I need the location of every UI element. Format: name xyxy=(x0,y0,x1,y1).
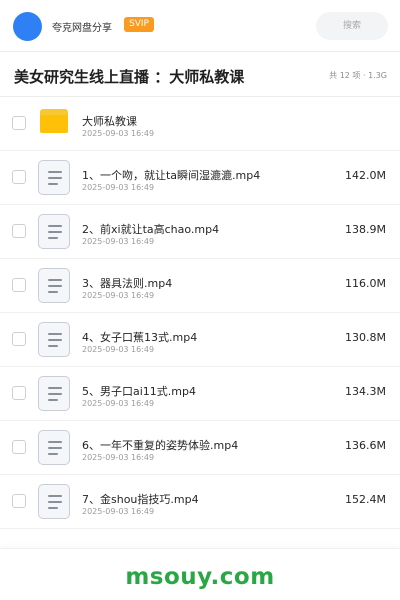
footer-bar: msouy.com xyxy=(0,548,400,600)
sharer-name: 夸克网盘分享 xyxy=(52,23,112,34)
list-item-file[interactable]: 4、女子口蕉13式.mp4 2025-09-03 16:49 130.8M xyxy=(0,313,400,367)
avatar[interactable] xyxy=(13,12,42,41)
item-size: 134.3M xyxy=(345,385,386,398)
list-item-folder[interactable]: 大师私教课 2025-09-03 16:49 xyxy=(0,97,400,151)
item-size: 136.6M xyxy=(345,439,386,452)
item-date: 2025-09-03 16:49 xyxy=(82,237,155,246)
watermark-text: msouy.com xyxy=(125,564,275,590)
select-checkbox[interactable] xyxy=(12,224,26,238)
file-icon xyxy=(38,160,70,195)
svip-badge: SVIP xyxy=(124,17,154,32)
file-icon xyxy=(38,322,70,357)
item-date: 2025-09-03 16:49 xyxy=(82,399,155,408)
list-item-file[interactable]: 2、前xi就让ta高chao.mp4 2025-09-03 16:49 138.… xyxy=(0,205,400,259)
folder-title-row: 美女研究生线上直播 ：大师私教课 共 12 项 · 1.3G xyxy=(0,52,400,97)
item-date: 2025-09-03 16:49 xyxy=(82,507,155,516)
list-item-file[interactable]: 1、一个吻，就让ta瞬间湿漉漉.mp4 2025-09-03 16:49 142… xyxy=(0,151,400,205)
select-checkbox[interactable] xyxy=(12,386,26,400)
file-icon xyxy=(38,268,70,303)
share-header: 夸克网盘分享 SVIP xyxy=(0,0,400,52)
item-date: 2025-09-03 16:49 xyxy=(82,129,155,138)
item-size: 130.8M xyxy=(345,331,386,344)
item-size: 138.9M xyxy=(345,223,386,236)
select-checkbox[interactable] xyxy=(12,278,26,292)
page-title: 美女研究生线上直播 ：大师私教课 xyxy=(14,68,245,86)
item-name: 5、男子口ai11式.mp4 xyxy=(82,385,196,398)
file-icon xyxy=(38,214,70,249)
item-size: 116.0M xyxy=(345,277,386,290)
folder-summary: 共 12 项 · 1.3G xyxy=(329,71,387,80)
list-item-file[interactable]: 7、金shou指技巧.mp4 2025-09-03 16:49 152.4M xyxy=(0,475,400,529)
list-item-file[interactable]: 5、男子口ai11式.mp4 2025-09-03 16:49 134.3M xyxy=(0,367,400,421)
select-checkbox[interactable] xyxy=(12,170,26,184)
list-item-file[interactable]: 6、一年不重复的姿势体验.mp4 2025-09-03 16:49 136.6M xyxy=(0,421,400,475)
search-input[interactable] xyxy=(316,12,388,40)
item-size: 142.0M xyxy=(345,169,386,182)
select-checkbox[interactable] xyxy=(12,116,26,130)
file-icon xyxy=(38,376,70,411)
file-icon xyxy=(38,484,70,519)
item-date: 2025-09-03 16:49 xyxy=(82,453,155,462)
item-date: 2025-09-03 16:49 xyxy=(82,291,155,300)
list-item-file[interactable]: 3、器具法则.mp4 2025-09-03 16:49 116.0M xyxy=(0,259,400,313)
item-name: 大师私教课 xyxy=(82,115,137,128)
item-name: 6、一年不重复的姿势体验.mp4 xyxy=(82,439,239,452)
file-icon xyxy=(38,430,70,465)
item-date: 2025-09-03 16:49 xyxy=(82,345,155,354)
select-checkbox[interactable] xyxy=(12,332,26,346)
item-name: 4、女子口蕉13式.mp4 xyxy=(82,331,198,344)
item-date: 2025-09-03 16:49 xyxy=(82,183,155,192)
item-name: 1、一个吻，就让ta瞬间湿漉漉.mp4 xyxy=(82,169,261,182)
folder-icon xyxy=(40,109,68,133)
select-checkbox[interactable] xyxy=(12,494,26,508)
item-size: 152.4M xyxy=(345,493,386,506)
select-checkbox[interactable] xyxy=(12,440,26,454)
item-name: 3、器具法则.mp4 xyxy=(82,277,173,290)
item-name: 2、前xi就让ta高chao.mp4 xyxy=(82,223,220,236)
file-list: 大师私教课 2025-09-03 16:49 1、一个吻，就让ta瞬间湿漉漉.m… xyxy=(0,97,400,529)
item-name: 7、金shou指技巧.mp4 xyxy=(82,493,199,506)
